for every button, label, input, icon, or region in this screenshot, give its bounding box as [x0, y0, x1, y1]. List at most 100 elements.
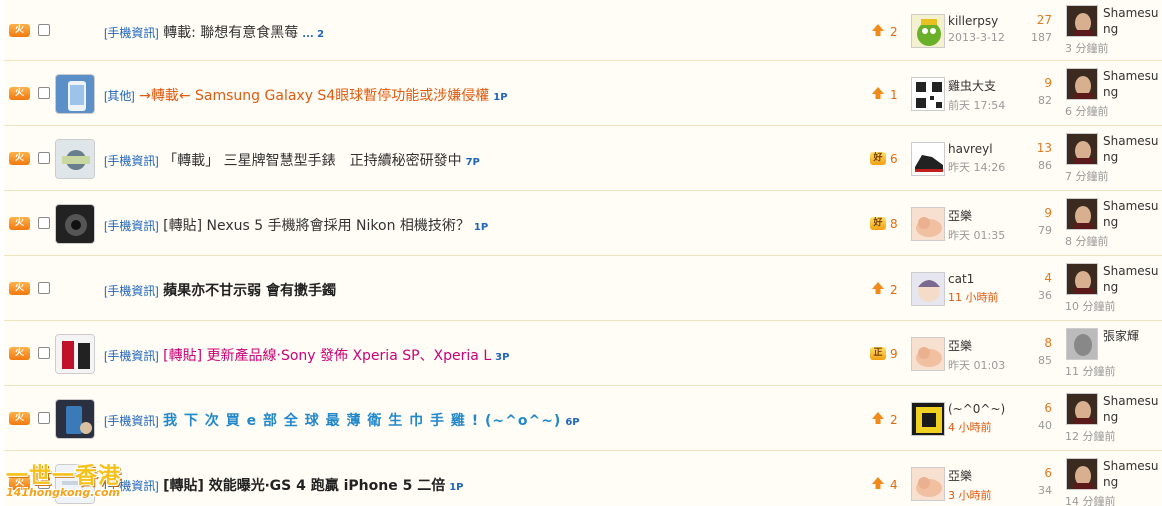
page-count-link[interactable]: 1P	[474, 222, 488, 233]
last-poster-name-link[interactable]: Shamesung	[1103, 263, 1162, 295]
author-name-link[interactable]: killerpsy	[948, 14, 1005, 28]
thread-thumbnail[interactable]	[55, 139, 95, 179]
page-count-link[interactable]: 3P	[495, 352, 509, 363]
thread-title-link[interactable]: 轉載: 聯想有意食黑莓	[163, 25, 298, 41]
last-poster-avatar-icon[interactable]	[1066, 458, 1098, 490]
thread-row: 火 [手機資訊] 轉載: 聯想有意食黑莓 ... 2 2 killerpsy 2013-3…	[4, 0, 1162, 61]
thread-thumbnail[interactable]	[55, 334, 95, 374]
last-poster-name-link[interactable]: 張家輝	[1103, 328, 1162, 344]
page-count-link[interactable]: 1P	[449, 482, 463, 493]
logo-url: 141hongkong.com	[6, 486, 120, 499]
author-name-link[interactable]: havreyl	[948, 142, 1005, 156]
hot-badge: 火	[9, 412, 30, 425]
author-name-link[interactable]: 亞樂	[948, 337, 1005, 354]
vote-indicator: 好8	[870, 216, 904, 231]
thread-row: 火 [手機資訊] 「轉載」 三星牌智慧型手錶 正持續秘密研發中 7P 好 6 havrey…	[4, 126, 1162, 191]
up-arrow-icon	[870, 281, 886, 298]
thread-checkbox[interactable]	[38, 152, 50, 164]
thread-thumbnail[interactable]	[55, 399, 95, 439]
up-arrow-icon	[870, 86, 886, 103]
hot-badge: 火	[9, 87, 30, 100]
thread-row: 火 [手機資訊] 我 下 次 買 e 部 全 球 最 薄 衛 生 巾 手 雞 ! …	[4, 386, 1162, 451]
thread-row: 火 [手機資訊] [轉貼] 效能曝光‧GS 4 跑贏 iPhone 5 二倍 1P 4…	[4, 451, 1162, 506]
category-link[interactable]: [手機資訊]	[104, 284, 159, 298]
thread-checkbox[interactable]	[38, 347, 50, 359]
category-link[interactable]: [其他]	[104, 89, 135, 103]
category-link[interactable]: [手機資訊]	[104, 154, 159, 168]
page-count-link[interactable]: 1P	[493, 92, 507, 103]
author-block: cat1 11 小時前	[948, 272, 999, 305]
last-poster-avatar-icon[interactable]	[1066, 133, 1098, 165]
thread-stats: 13 86	[1022, 141, 1052, 172]
angry-bird-avatar-icon[interactable]	[911, 14, 945, 48]
post-date: 4 小時前	[948, 421, 992, 434]
author-name-link[interactable]: 亞樂	[948, 467, 992, 484]
reply-count: 4	[1044, 271, 1052, 285]
thread-checkbox[interactable]	[38, 282, 50, 294]
thread-row: 火 [其他] →轉載← Samsung Galaxy S4眼球暫停功能或涉嫌侵權 1…	[4, 61, 1162, 126]
last-poster-avatar-icon[interactable]	[1066, 198, 1098, 230]
last-poster-avatar-icon[interactable]	[1066, 68, 1098, 100]
thread-checkbox[interactable]	[38, 412, 50, 424]
thread-title-link[interactable]: →轉載← Samsung Galaxy S4眼球暫停功能或涉嫌侵權	[139, 88, 489, 104]
thread-checkbox[interactable]	[38, 217, 50, 229]
category-link[interactable]: [手機資訊]	[104, 414, 159, 428]
thread-thumbnail[interactable]	[55, 74, 95, 114]
thread-title-link[interactable]: 「轉載」 三星牌智慧型手錶 正持續秘密研發中	[163, 153, 461, 169]
category-link[interactable]: [手機資訊]	[104, 26, 159, 40]
last-poster-name-link[interactable]: Shamesung	[1103, 198, 1162, 230]
hot-badge: 火	[9, 24, 30, 37]
last-poster-avatar-icon[interactable]	[1066, 328, 1098, 360]
sneaker-avatar-icon[interactable]	[911, 142, 945, 176]
post-date: 11 小時前	[948, 291, 999, 304]
site-logo: 一世一香港 141hongkong.com	[0, 456, 130, 506]
rating-badge-icon: 好	[870, 152, 886, 165]
author-name-link[interactable]: 亞樂	[948, 207, 1005, 224]
page-count-link[interactable]: 6P	[565, 417, 579, 428]
baby-avatar-icon[interactable]	[911, 467, 945, 501]
last-post-time: 11 分鐘前	[1065, 365, 1116, 378]
post-date: 昨天 14:26	[948, 161, 1006, 174]
thread-title-link[interactable]: 蘋果亦不甘示弱 會有擻手鐲	[163, 283, 336, 299]
author-block: havreyl 昨天 14:26	[948, 142, 1005, 175]
author-block: killerpsy 2013-3-12	[948, 14, 1005, 44]
post-date: 3 小時前	[948, 489, 992, 502]
thread-title-link[interactable]: [轉貼] 更新產品線‧Sony 發佈 Xperia SP、Xperia L	[163, 348, 491, 364]
category-link[interactable]: [手機資訊]	[104, 349, 159, 363]
page-count-link[interactable]: 7P	[466, 157, 480, 168]
thread-thumbnail[interactable]	[55, 204, 95, 244]
hot-badge: 火	[9, 152, 30, 165]
last-poster-avatar-icon[interactable]	[1066, 5, 1098, 37]
author-name-link[interactable]: 雞虫大支	[948, 77, 1005, 94]
author-name-link[interactable]: (~^0^~)	[948, 402, 1005, 416]
baby-avatar-icon[interactable]	[911, 207, 945, 241]
thread-title-link[interactable]: [轉貼] 效能曝光‧GS 4 跑贏 iPhone 5 二倍	[163, 478, 445, 494]
baby-avatar-icon[interactable]	[911, 337, 945, 371]
last-poster-name-link[interactable]: Shamesung	[1103, 458, 1162, 490]
last-poster-name-link[interactable]: Shamesung	[1103, 5, 1162, 37]
sign-avatar-icon[interactable]	[911, 402, 945, 436]
hot-badge: 火	[9, 347, 30, 360]
thread-title-wrap: [手機資訊] 轉載: 聯想有意食黑莓 ... 2	[104, 22, 324, 42]
thread-checkbox[interactable]	[38, 87, 50, 99]
anime-avatar-icon[interactable]	[911, 272, 945, 306]
thread-checkbox[interactable]	[38, 24, 50, 36]
last-poster-name-link[interactable]: Shamesung	[1103, 68, 1162, 100]
thread-title-link[interactable]: 我 下 次 買 e 部 全 球 最 薄 衛 生 巾 手 雞 ! (~^o^~)	[163, 413, 561, 429]
last-poster-avatar-icon[interactable]	[1066, 263, 1098, 295]
last-poster-avatar-icon[interactable]	[1066, 393, 1098, 425]
author-name-link[interactable]: cat1	[948, 272, 999, 286]
thread-title-wrap: [手機資訊] 我 下 次 買 e 部 全 球 最 薄 衛 生 巾 手 雞 ! (…	[104, 410, 580, 430]
thread-title-link[interactable]: [轉貼] Nexus 5 手機將會採用 Nikon 相機技術？	[163, 218, 470, 234]
qr-avatar-icon[interactable]	[911, 77, 945, 111]
thread-stats: 6 40	[1022, 401, 1052, 432]
last-poster-name-link[interactable]: Shamesung	[1103, 393, 1162, 425]
category-link[interactable]: [手機資訊]	[104, 219, 159, 233]
author-block: 亞樂 昨天 01:35	[948, 207, 1005, 243]
last-poster-name-link[interactable]: Shamesung	[1103, 133, 1162, 165]
author-block: (~^0^~) 4 小時前	[948, 402, 1005, 435]
thread-row: 火 [手機資訊] [轉貼] Nexus 5 手機將會採用 Nikon 相機技術？ 1…	[4, 191, 1162, 256]
page-count-link[interactable]: ... 2	[302, 29, 324, 40]
view-count: 82	[1038, 94, 1052, 107]
post-date: 2013-3-12	[948, 31, 1005, 44]
